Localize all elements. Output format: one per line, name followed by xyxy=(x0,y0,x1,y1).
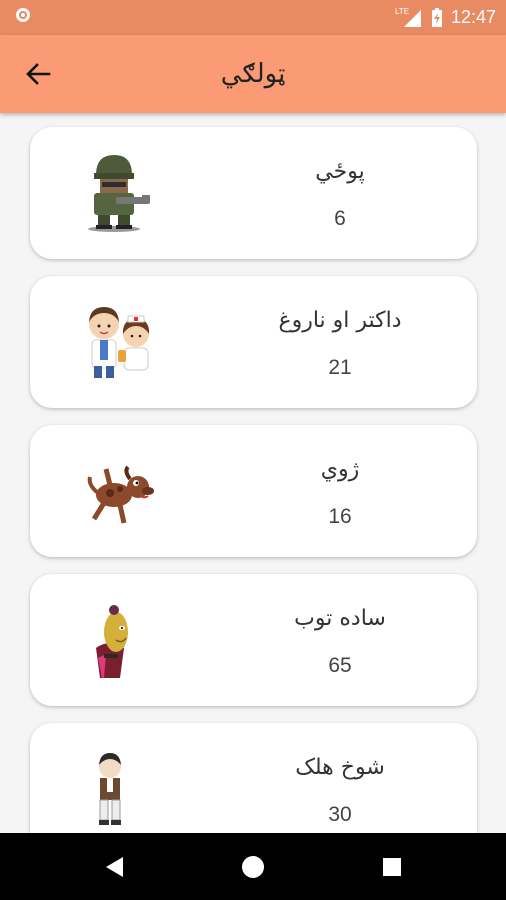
status-time: 12:47 xyxy=(450,7,496,27)
item-count: 65 xyxy=(328,654,352,677)
triangle-back-icon xyxy=(106,857,123,877)
notification-icon xyxy=(16,8,30,22)
doctor-nurse-icon xyxy=(89,307,150,378)
list-item[interactable]: ژوي 16 xyxy=(30,425,477,557)
signal-icon: LTE xyxy=(395,7,423,28)
nav-back-button[interactable] xyxy=(94,847,134,887)
item-count: 21 xyxy=(328,356,352,379)
item-title: ژوي xyxy=(320,457,360,482)
item-title: پوځي xyxy=(315,159,365,184)
list-item[interactable]: ساده توب 65 xyxy=(30,574,477,706)
item-count: 16 xyxy=(328,505,352,528)
square-recents-icon xyxy=(383,858,401,876)
list-item[interactable]: شوخ هلک 30 xyxy=(30,723,477,833)
item-count: 6 xyxy=(334,207,346,230)
page-title: ټولګي xyxy=(220,59,286,89)
item-title: ساده توب xyxy=(294,606,386,631)
simple-character-icon xyxy=(96,605,128,678)
item-title: داکتر او ناروغ xyxy=(278,308,402,333)
item-count: 30 xyxy=(328,803,352,826)
nav-recents-button[interactable] xyxy=(372,847,412,887)
boy-icon xyxy=(99,753,121,825)
circle-home-icon xyxy=(242,856,264,878)
app-bar: ټولګي xyxy=(0,35,506,113)
item-title: شوخ هلک xyxy=(295,755,385,780)
battery-icon xyxy=(431,7,442,27)
category-list: پوځي 6 داکتر او ناروغ 21 ژوي 16 ساده توب… xyxy=(0,113,506,833)
dog-icon xyxy=(87,465,154,524)
list-item[interactable]: داکتر او ناروغ 21 xyxy=(30,276,477,408)
soldier-icon xyxy=(88,155,150,232)
list-item[interactable]: پوځي 6 xyxy=(30,127,477,259)
status-bar: LTE 12:47 xyxy=(0,0,506,35)
navigation-bar xyxy=(0,833,506,900)
nav-home-button[interactable] xyxy=(233,847,273,887)
